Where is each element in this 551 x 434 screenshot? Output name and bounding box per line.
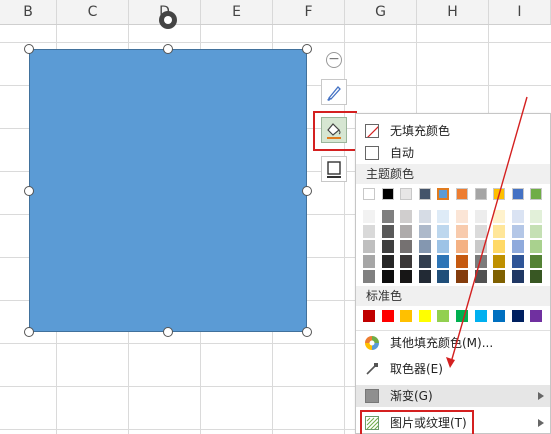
annotation-arrow-icon (446, 96, 528, 368)
